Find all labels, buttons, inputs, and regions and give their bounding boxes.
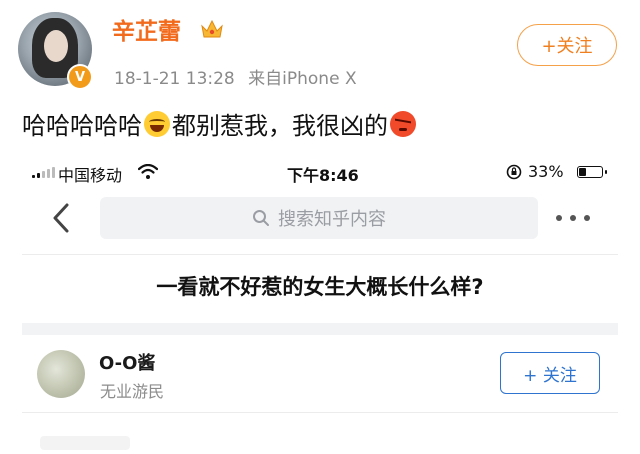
post-meta: 18-1-21 13:28 来自iPhone X	[114, 64, 357, 89]
post-text-part1: 哈哈哈哈哈	[22, 112, 142, 140]
battery-fill	[579, 168, 587, 176]
post-timestamp: 18-1-21 13:28	[114, 69, 235, 89]
answer-author-name[interactable]: O-O酱	[99, 349, 155, 375]
answer-author-avatar[interactable]	[37, 350, 85, 398]
post-text: 哈哈哈哈哈 都别惹我，我很凶的	[22, 106, 418, 141]
battery-icon	[577, 166, 607, 178]
status-bar: 中国移动 下午8:46 33%	[0, 160, 640, 186]
search-placeholder: 搜索知乎内容	[278, 209, 386, 230]
carrier-name: 中国移动	[58, 166, 123, 185]
section-separator	[22, 323, 618, 335]
answer-author-bio: 无业游民	[100, 382, 165, 401]
search-input[interactable]: 搜索知乎内容	[100, 197, 538, 239]
follow-author-button[interactable]: + 关注	[500, 352, 600, 394]
question-title[interactable]: 一看就不好惹的女生大概长什么样?	[0, 271, 640, 301]
angry-emoji-icon	[390, 110, 416, 137]
battery-percent: 33%	[528, 162, 564, 181]
signal-icon	[32, 167, 55, 178]
follow-button[interactable]: +关注	[517, 24, 617, 66]
more-icon[interactable]	[556, 208, 590, 228]
post-source: 来自iPhone X	[248, 69, 357, 89]
status-time: 下午8:46	[287, 166, 359, 185]
post-text-part2: 都别惹我，我很凶的	[172, 112, 388, 140]
search-icon	[253, 210, 269, 226]
laughing-emoji-icon	[144, 110, 170, 137]
avatar-face	[44, 30, 68, 62]
back-arrow-icon[interactable]	[48, 200, 74, 236]
verified-badge-icon: V	[67, 64, 93, 90]
divider	[22, 254, 618, 255]
crown-icon	[201, 19, 223, 38]
username[interactable]: 辛芷蕾	[112, 12, 181, 46]
wifi-icon	[138, 164, 158, 179]
answer-content-placeholder	[40, 436, 130, 450]
divider	[22, 412, 618, 413]
rotation-lock-icon	[506, 164, 522, 180]
